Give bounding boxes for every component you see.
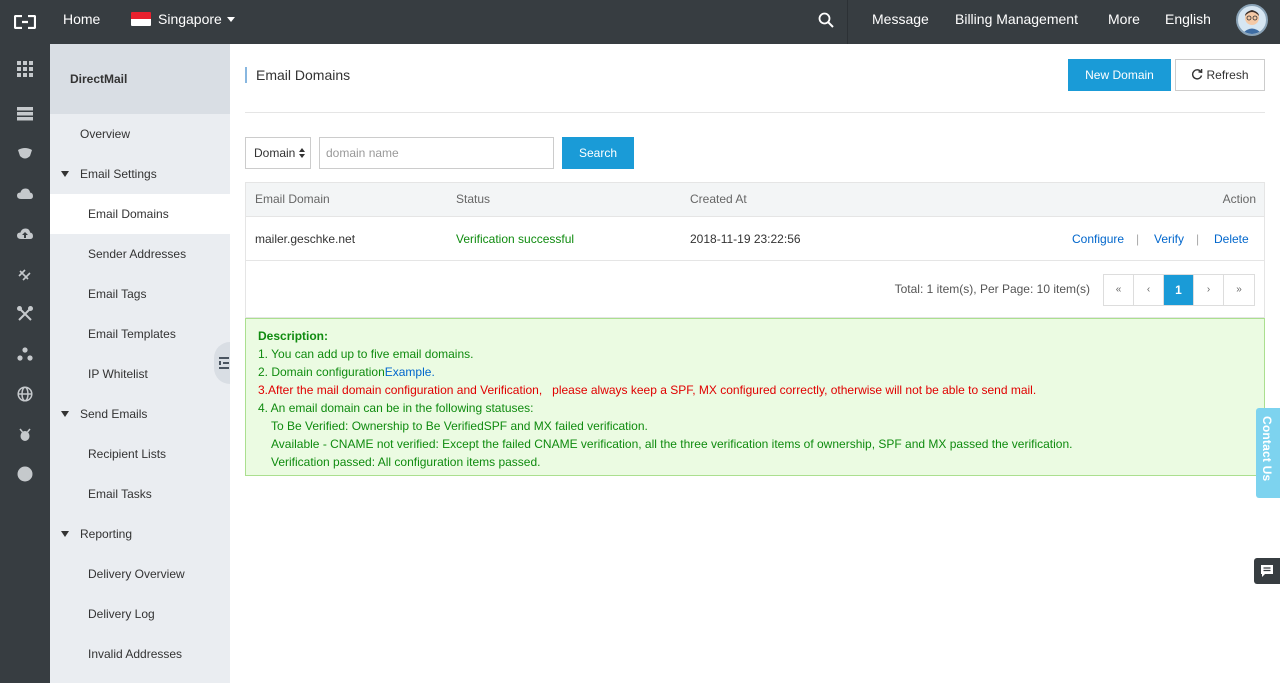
search-icon[interactable] — [817, 11, 835, 29]
language-selector[interactable]: English — [1165, 0, 1211, 44]
description-line: 2. Domain configurationExample. — [258, 363, 1252, 381]
delete-link[interactable]: Delete — [1214, 217, 1249, 261]
page-1-button[interactable]: 1 — [1164, 275, 1194, 305]
apps-grid-icon[interactable] — [16, 60, 34, 78]
sidebar-item-invalid-addresses[interactable]: Invalid Addresses — [50, 634, 230, 674]
example-link[interactable]: Example. — [385, 365, 435, 379]
sidebar-item-sender-addresses[interactable]: Sender Addresses — [50, 234, 230, 274]
next-page-button[interactable]: › — [1194, 275, 1224, 305]
sidebar-group-label: Reporting — [80, 527, 133, 541]
sidebar-item-ip-whitelist[interactable]: IP Whitelist — [50, 354, 230, 394]
description-line: 1. You can add up to five email domains. — [258, 347, 474, 361]
caret-down-icon — [61, 531, 69, 537]
sidebar-item-delivery-log[interactable]: Delivery Log — [50, 594, 230, 634]
cell-status: Verification successful — [456, 232, 575, 246]
sidebar-item-delivery-overview[interactable]: Delivery Overview — [50, 554, 230, 594]
sidebar-group-reporting[interactable]: Reporting — [50, 514, 230, 554]
chat-icon[interactable] — [1254, 558, 1280, 584]
sidebar-group-send-emails[interactable]: Send Emails — [50, 394, 230, 434]
email-domains-table: Email Domain Status Created At Action ma… — [245, 182, 1265, 318]
table-header: Email Domain Status Created At Action — [246, 183, 1264, 217]
singapore-flag-icon — [131, 12, 151, 26]
column-header-created-at: Created At — [690, 192, 747, 206]
pagination-summary: Total: 1 item(s), Per Page: 10 item(s) — [894, 282, 1090, 296]
tools-icon[interactable] — [16, 305, 34, 323]
bug-icon[interactable] — [16, 425, 34, 443]
sidebar-group-label: Send Emails — [80, 407, 148, 421]
table-row: mailer.geschke.net Verification successf… — [246, 217, 1264, 261]
sidebar-group-email-settings[interactable]: Email Settings — [50, 154, 230, 194]
server-icon[interactable] — [16, 105, 34, 123]
message-link[interactable]: Message — [872, 0, 929, 44]
product-sidebar: DirectMail Overview Email Settings Email… — [50, 44, 230, 683]
new-domain-button[interactable]: New Domain — [1068, 59, 1171, 91]
refresh-button[interactable]: Refresh — [1175, 59, 1265, 91]
search-button[interactable]: Search — [562, 137, 634, 169]
select-arrows-icon — [299, 148, 305, 158]
pagination-bar: Total: 1 item(s), Per Page: 10 item(s) «… — [246, 261, 1264, 317]
billing-management-link[interactable]: Billing Management — [955, 0, 1078, 44]
description-status-line: Available - CNAME not verified: Except t… — [271, 437, 1073, 451]
prev-page-button[interactable]: ‹ — [1134, 275, 1164, 305]
verify-link[interactable]: Verify — [1154, 217, 1184, 261]
sidebar-item-email-tags[interactable]: Email Tags — [50, 274, 230, 314]
header-divider — [245, 112, 1265, 113]
navbar-divider — [847, 0, 848, 44]
description-title: Description: — [258, 329, 329, 343]
cloud-upload-icon[interactable] — [16, 225, 34, 243]
refresh-icon — [1192, 69, 1203, 80]
description-status-line: Verification passed: All configuration i… — [271, 455, 541, 469]
sidebar-item-email-templates[interactable]: Email Templates — [50, 314, 230, 354]
globe-icon[interactable] — [16, 385, 34, 403]
domain-search-input[interactable] — [319, 137, 554, 169]
cell-email-domain: mailer.geschke.net — [255, 232, 356, 246]
home-link[interactable]: Home — [63, 0, 100, 44]
region-label: Singapore — [158, 11, 222, 27]
contact-us-tab[interactable]: Contact Us — [1256, 408, 1280, 498]
column-header-status: Status — [456, 192, 491, 206]
caret-down-icon — [61, 171, 69, 177]
chevron-down-icon — [226, 16, 235, 22]
sidebar-item-overview[interactable]: Overview — [50, 114, 230, 154]
network-icon[interactable] — [16, 265, 34, 283]
more-menu[interactable]: More — [1108, 0, 1140, 44]
circle-icon[interactable] — [16, 465, 34, 483]
contact-us-label: Contact Us — [1260, 416, 1274, 482]
sidebar-item-recipient-lists[interactable]: Recipient Lists — [50, 434, 230, 474]
database-icon[interactable] — [16, 145, 34, 163]
collapse-icon — [219, 357, 229, 369]
caret-down-icon — [61, 411, 69, 417]
filter-type-value: Domain — [254, 146, 296, 160]
sidebar-item-email-tasks[interactable]: Email Tasks — [50, 474, 230, 514]
cloud-icon[interactable] — [16, 185, 34, 203]
description-panel: Description: 1. You can add up to five e… — [245, 318, 1265, 476]
sidebar-item-email-domains[interactable]: Email Domains — [50, 194, 230, 234]
description-warning: 3.After the mail domain configuration an… — [258, 383, 1037, 397]
top-navbar: Home Singapore Message Billing Managemen… — [0, 0, 1280, 44]
cell-created-at: 2018-11-19 23:22:56 — [690, 232, 801, 246]
action-separator: | — [1196, 232, 1200, 246]
column-header-email-domain: Email Domain — [255, 192, 330, 206]
action-separator: | — [1136, 232, 1140, 246]
console-logo-icon[interactable] — [0, 0, 50, 44]
nodes-icon[interactable] — [16, 345, 34, 363]
product-icon-rail — [0, 44, 50, 683]
region-selector[interactable]: Singapore — [131, 0, 235, 44]
main-content: Email Domains New Domain Refresh Domain … — [230, 44, 1280, 683]
description-status-line: To Be Verified: Ownership to Be Verified… — [271, 419, 648, 433]
avatar[interactable] — [1236, 4, 1268, 36]
description-text: 2. Domain configuration — [258, 365, 385, 379]
sidebar-group-label: Email Settings — [80, 167, 157, 181]
sidebar-collapse-toggle[interactable] — [214, 342, 230, 384]
description-line: 4. An email domain can be in the followi… — [258, 401, 534, 415]
page-title: Email Domains — [245, 67, 350, 83]
first-page-button[interactable]: « — [1104, 275, 1134, 305]
sidebar-title: DirectMail — [50, 44, 230, 114]
refresh-label: Refresh — [1206, 68, 1249, 82]
configure-link[interactable]: Configure — [1072, 217, 1124, 261]
pagination: « ‹ 1 › » — [1103, 274, 1255, 306]
filter-type-select[interactable]: Domain — [245, 137, 311, 169]
last-page-button[interactable]: » — [1224, 275, 1254, 305]
column-header-action: Action — [1222, 192, 1256, 206]
